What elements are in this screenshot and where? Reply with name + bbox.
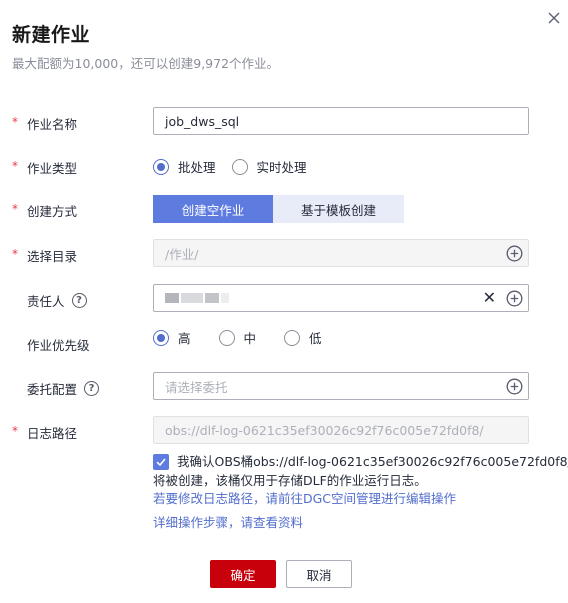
- radio-unchecked-icon: [231, 158, 248, 175]
- create-mode-label: 创建方式: [27, 204, 78, 219]
- directory-value: /作业/: [165, 246, 199, 262]
- job-type-row: * 作业类型 批处理 实时处理: [0, 151, 568, 181]
- log-path-input[interactable]: obs://dlf-log-0621c35ef30026c92f76c005e7…: [153, 416, 529, 444]
- owner-label-text: 责任人: [27, 294, 65, 309]
- radio-medium-label: 中: [243, 331, 257, 346]
- dialog-title: 新建作业: [12, 24, 91, 46]
- priority-row: 作业优先级 高 中 低: [0, 322, 568, 353]
- radio-batch[interactable]: 批处理: [153, 157, 216, 176]
- radio-unchecked-icon: [284, 329, 301, 346]
- required-mark: *: [12, 424, 18, 438]
- radio-priority-high[interactable]: 高: [153, 328, 191, 347]
- radio-checked-icon: [153, 329, 169, 346]
- plus-circle-icon[interactable]: [506, 378, 523, 398]
- directory-label: 选择目录: [27, 249, 78, 264]
- modify-log-path-link[interactable]: 若要修改日志路径，请前往DGC空间管理进行编辑操作: [153, 488, 456, 507]
- create-mode-row: * 创建方式 创建空作业 基于模板创建: [0, 194, 568, 224]
- job-name-value: job_dws_sql: [165, 113, 240, 129]
- owner-label: 责任人 ?: [27, 291, 87, 310]
- owner-masked-value: [165, 293, 229, 303]
- question-circle-icon[interactable]: ?: [84, 381, 100, 396]
- detail-docs-link[interactable]: 详细操作步骤，请查看资料: [153, 512, 303, 531]
- close-icon[interactable]: [544, 8, 564, 28]
- required-mark: *: [12, 247, 18, 261]
- clear-icon[interactable]: ✕: [483, 289, 496, 307]
- job-type-radio-group: 批处理 实时处理: [153, 157, 323, 176]
- delegate-placeholder: 请选择委托: [165, 379, 228, 395]
- log-path-row: * 日志路径 obs://dlf-log-0621c35ef30026c92f7…: [0, 416, 568, 446]
- radio-low-label: 低: [309, 331, 322, 346]
- plus-circle-icon[interactable]: [506, 245, 523, 265]
- confirm-checkbox[interactable]: [153, 454, 169, 470]
- job-name-label: 作业名称: [27, 117, 78, 132]
- create-mode-segmented: 创建空作业 基于模板创建: [153, 195, 404, 223]
- job-type-label: 作业类型: [27, 161, 78, 176]
- delegate-select[interactable]: 请选择委托: [153, 372, 529, 400]
- directory-row: * 选择目录 /作业/: [0, 239, 568, 269]
- radio-checked-icon: [153, 158, 169, 175]
- create-empty-job-button[interactable]: 创建空作业: [153, 195, 273, 223]
- radio-unchecked-icon: [218, 329, 235, 346]
- cancel-button[interactable]: 取消: [286, 560, 352, 588]
- question-circle-icon[interactable]: ?: [71, 293, 87, 308]
- delegate-label-text: 委托配置: [27, 382, 78, 397]
- create-from-template-button[interactable]: 基于模板创建: [273, 195, 404, 223]
- radio-priority-low[interactable]: 低: [284, 328, 322, 347]
- radio-realtime[interactable]: 实时处理: [231, 157, 307, 176]
- required-mark: *: [12, 202, 18, 216]
- quota-subtitle: 最大配额为10,000，还可以创建9,972个作业。: [12, 56, 280, 71]
- delegate-row: 委托配置 ? 请选择委托: [0, 372, 568, 402]
- plus-circle-icon[interactable]: [506, 290, 523, 310]
- log-path-value: obs://dlf-log-0621c35ef30026c92f76c005e7…: [165, 422, 484, 438]
- required-mark: *: [12, 159, 18, 173]
- confirm-text-line1: 我确认OBS桶obs://dlf-log-0621c35ef30026c92f7…: [177, 454, 568, 469]
- confirm-text-line2: 将被创建，该桶仅用于存储DLF的作业运行日志。: [153, 473, 427, 488]
- owner-input[interactable]: ✕: [153, 284, 529, 312]
- owner-row: 责任人 ? ✕: [0, 284, 568, 314]
- radio-realtime-label: 实时处理: [256, 160, 307, 175]
- radio-batch-label: 批处理: [178, 160, 216, 175]
- job-name-input[interactable]: job_dws_sql: [153, 107, 529, 135]
- job-name-row: * 作业名称 job_dws_sql: [0, 107, 568, 137]
- delegate-label: 委托配置 ?: [27, 379, 100, 398]
- directory-input[interactable]: /作业/: [153, 239, 529, 267]
- confirm-button[interactable]: 确定: [210, 560, 276, 588]
- new-job-dialog: 新建作业 最大配额为10,000，还可以创建9,972个作业。 * 作业名称 j…: [0, 0, 568, 603]
- radio-high-label: 高: [178, 331, 191, 346]
- priority-radio-group: 高 中 低: [153, 328, 338, 347]
- priority-label: 作业优先级: [27, 338, 90, 353]
- required-mark: *: [12, 115, 18, 129]
- log-path-label: 日志路径: [27, 426, 78, 441]
- checkmark-icon: [156, 458, 166, 467]
- radio-priority-medium[interactable]: 中: [218, 328, 257, 347]
- confirm-text: 我确认OBS桶obs://dlf-log-0621c35ef30026c92f7…: [177, 454, 568, 470]
